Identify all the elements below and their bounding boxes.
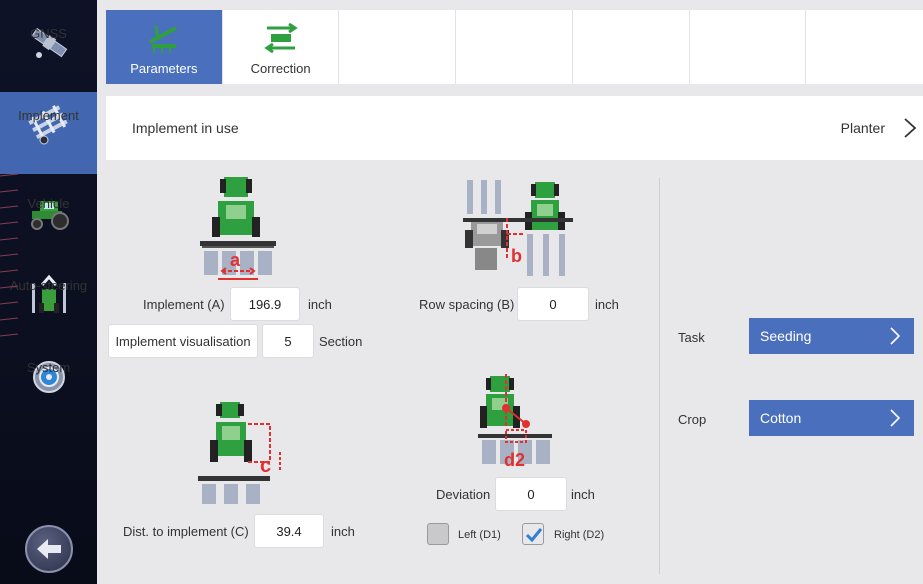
back-button[interactable]	[25, 525, 73, 573]
dist-implement-label: Dist. to implement (C)	[123, 524, 249, 539]
implement-in-use-row[interactable]: Implement in use Planter	[106, 96, 923, 160]
crop-label: Crop	[678, 412, 707, 427]
left-d1-label: Left (D1)	[458, 529, 501, 541]
implement-in-use-title: Implement in use	[132, 120, 239, 136]
tab-empty	[456, 10, 573, 84]
visualisation-label: Implement visualisation	[108, 324, 258, 358]
chevron-right-icon	[890, 409, 900, 427]
row-spacing-input[interactable]: 0	[517, 287, 589, 321]
tab-empty	[690, 10, 807, 84]
sidebar: GNSS Implement Vehicle Auto-steering Sys…	[0, 0, 97, 584]
tab-correction[interactable]: Correction	[223, 10, 340, 84]
tab-label: Correction	[250, 61, 311, 76]
deviation-label: Deviation	[436, 487, 491, 502]
sidebar-item-gnss[interactable]: GNSS	[0, 10, 97, 92]
right-d2-checkbox[interactable]	[522, 523, 544, 545]
marker-b: b	[511, 246, 522, 266]
tab-bar: Parameters Correction	[106, 10, 923, 84]
sidebar-item-label: Auto-steering	[9, 278, 88, 293]
tab-label: Parameters	[130, 61, 198, 76]
sidebar-item-system[interactable]: System	[0, 344, 97, 426]
row-spacing-unit: inch	[595, 297, 619, 312]
task-value: Seeding	[760, 328, 812, 344]
left-d1-checkbox[interactable]	[427, 523, 449, 545]
tab-empty	[339, 10, 457, 84]
implement-width-illustration: a	[200, 177, 276, 280]
row-spacing-illustration: b	[463, 180, 573, 276]
implement-a-unit: inch	[308, 297, 332, 312]
implement-a-label: Implement (A)	[143, 297, 225, 312]
tab-empty	[806, 10, 923, 84]
tab-parameters[interactable]: Parameters	[106, 10, 223, 84]
task-select[interactable]: Seeding	[749, 318, 914, 354]
crop-value: Cotton	[760, 410, 802, 426]
visualisation-input[interactable]: 5	[262, 324, 314, 358]
marker-a: a	[230, 250, 241, 270]
deviation-input[interactable]: 0	[495, 477, 567, 511]
dist-implement-unit: inch	[331, 524, 355, 539]
crop-select[interactable]: Cotton	[749, 400, 914, 436]
correction-icon	[261, 20, 301, 54]
distance-illustration: c	[198, 402, 281, 504]
row-spacing-label: Row spacing (B)	[419, 297, 515, 312]
sidebar-item-implement[interactable]: Implement	[0, 92, 97, 174]
sidebar-item-label: System	[26, 360, 71, 375]
sidebar-item-label: Implement	[18, 108, 79, 123]
chevron-right-icon	[904, 118, 917, 138]
marker-c: c	[260, 455, 271, 477]
visualisation-unit: Section	[319, 334, 363, 349]
dist-implement-input[interactable]: 39.4	[254, 514, 324, 548]
tab-empty	[573, 10, 690, 84]
deviation-illustration: d2	[478, 374, 552, 470]
checkmark-icon	[525, 528, 543, 543]
chevron-right-icon	[890, 327, 900, 345]
implement-a-input[interactable]: 196.9	[230, 287, 300, 321]
decorative-lines	[0, 173, 19, 337]
sidebar-item-label: Vehicle	[27, 196, 70, 211]
deviation-unit: inch	[571, 487, 595, 502]
back-arrow-icon	[37, 539, 61, 559]
sidebar-item-label: GNSS	[30, 26, 67, 41]
vertical-divider	[659, 178, 660, 574]
implement-in-use-value: Planter	[840, 120, 885, 136]
seeder-icon	[144, 20, 184, 54]
task-label: Task	[678, 330, 705, 345]
marker-d2: d2	[504, 450, 525, 470]
right-d2-label: Right (D2)	[554, 529, 605, 541]
